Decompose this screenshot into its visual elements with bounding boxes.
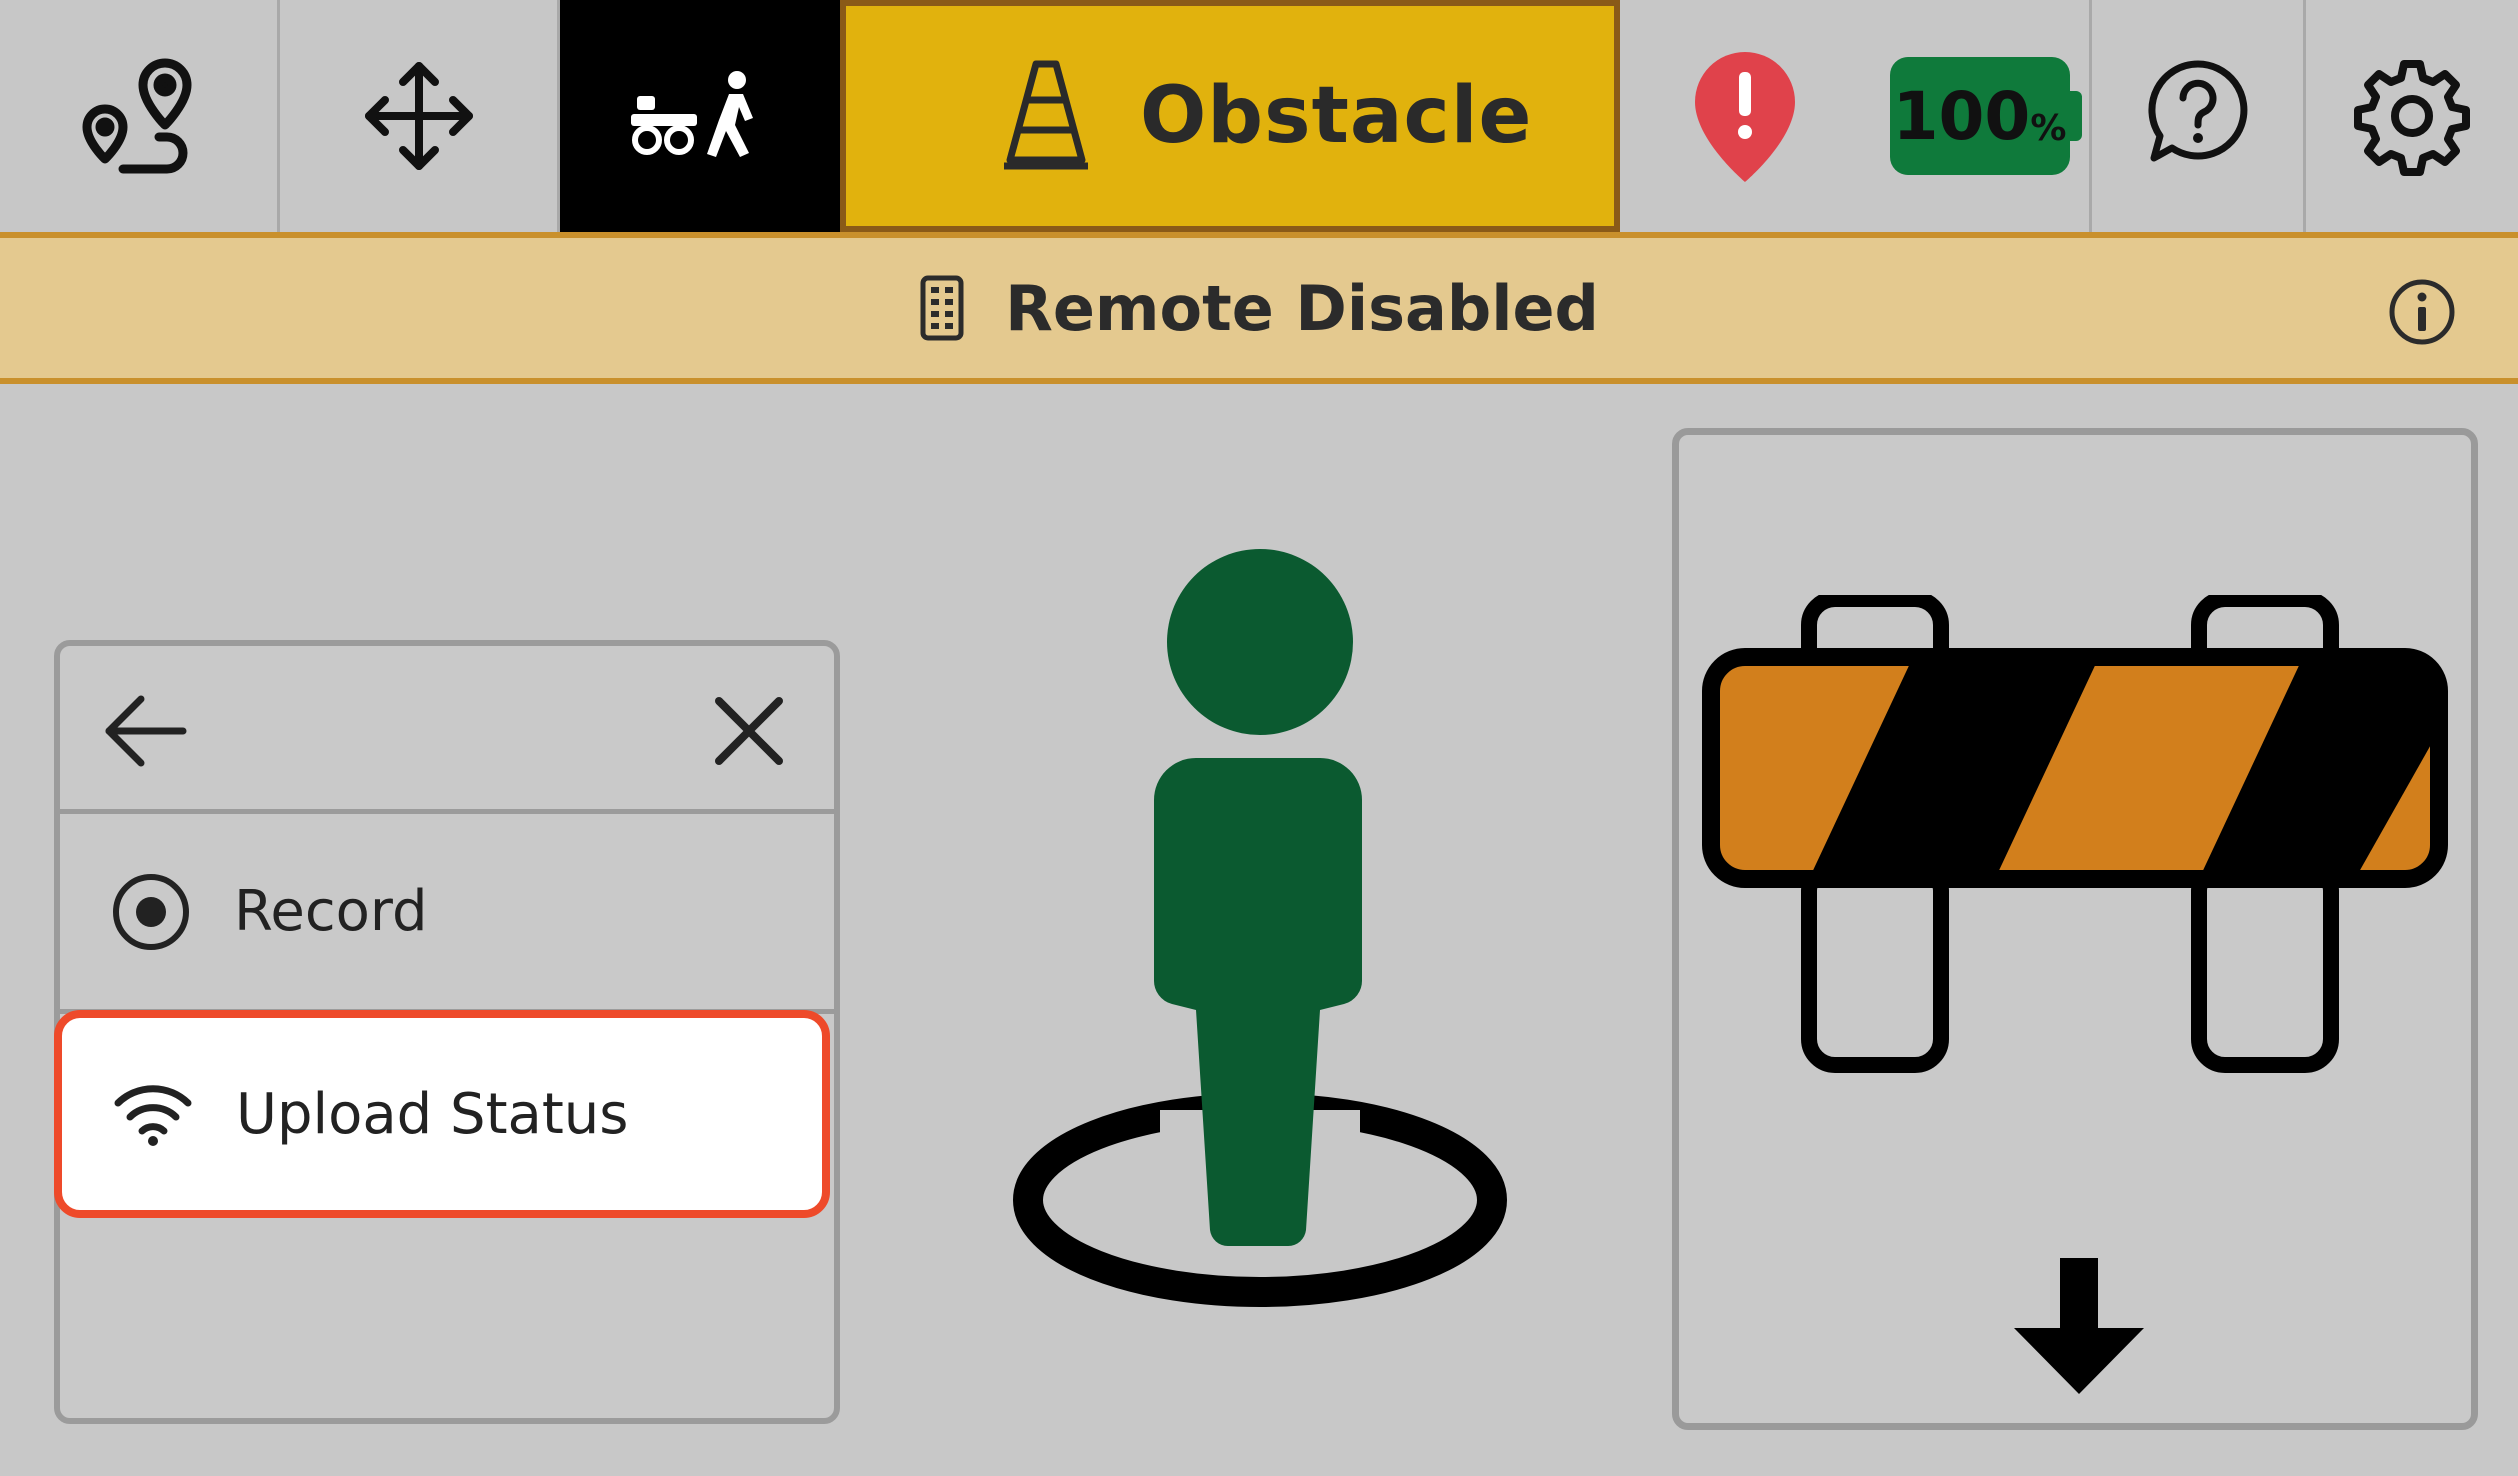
route-icon bbox=[82, 58, 191, 174]
info-button[interactable] bbox=[2382, 272, 2462, 352]
lower-button[interactable] bbox=[1999, 1245, 2159, 1405]
robot-follow-person-icon bbox=[631, 71, 753, 157]
help-button[interactable] bbox=[2092, 0, 2306, 232]
alert-pin-icon bbox=[1695, 52, 1795, 182]
follow-mode-button[interactable] bbox=[560, 0, 840, 232]
obstacle-mode-button[interactable]: Obstacle bbox=[840, 0, 1620, 232]
info-icon bbox=[2389, 279, 2455, 345]
menu-item-label: Upload Status bbox=[236, 1081, 629, 1147]
back-button[interactable] bbox=[96, 686, 196, 776]
menu-header bbox=[60, 646, 834, 814]
traffic-cone-icon bbox=[1004, 60, 1088, 170]
move-button[interactable] bbox=[280, 0, 560, 232]
menu-item-label: Record bbox=[234, 879, 428, 944]
close-button[interactable] bbox=[704, 686, 794, 776]
help-bubble-icon bbox=[2147, 60, 2247, 162]
top-toolbar: Obstacle 100 % bbox=[0, 0, 2518, 232]
menu-item-upload-status[interactable]: Upload Status bbox=[54, 1010, 830, 1218]
obstacle-label: Obstacle bbox=[1140, 71, 1533, 161]
wifi-icon bbox=[114, 1085, 192, 1146]
person-location-icon bbox=[1013, 549, 1507, 1307]
record-icon bbox=[113, 873, 189, 950]
remote-icon bbox=[920, 275, 964, 341]
arrow-down-icon bbox=[2014, 1258, 2144, 1394]
arrow-left-icon bbox=[105, 695, 187, 767]
route-button[interactable] bbox=[0, 0, 280, 232]
status-text: Remote Disabled bbox=[1005, 271, 1599, 345]
barricade-card[interactable] bbox=[1672, 428, 2478, 1430]
move-arrows-icon bbox=[364, 62, 473, 170]
alert-button[interactable] bbox=[1620, 0, 1870, 232]
gear-icon bbox=[2354, 60, 2470, 176]
menu-item-record[interactable]: Record bbox=[60, 814, 834, 1014]
battery-unit: % bbox=[2030, 108, 2067, 149]
remote-status-bar: Remote Disabled bbox=[0, 232, 2518, 384]
barricade-icon bbox=[1702, 595, 2448, 1073]
battery-icon: 100 % bbox=[1889, 57, 2082, 175]
battery-value: 100 bbox=[1892, 77, 2031, 155]
person-location-figure bbox=[1010, 540, 1510, 1320]
settings-button[interactable] bbox=[2306, 0, 2518, 232]
battery-indicator: 100 % bbox=[1870, 0, 2092, 232]
close-icon bbox=[715, 697, 783, 765]
